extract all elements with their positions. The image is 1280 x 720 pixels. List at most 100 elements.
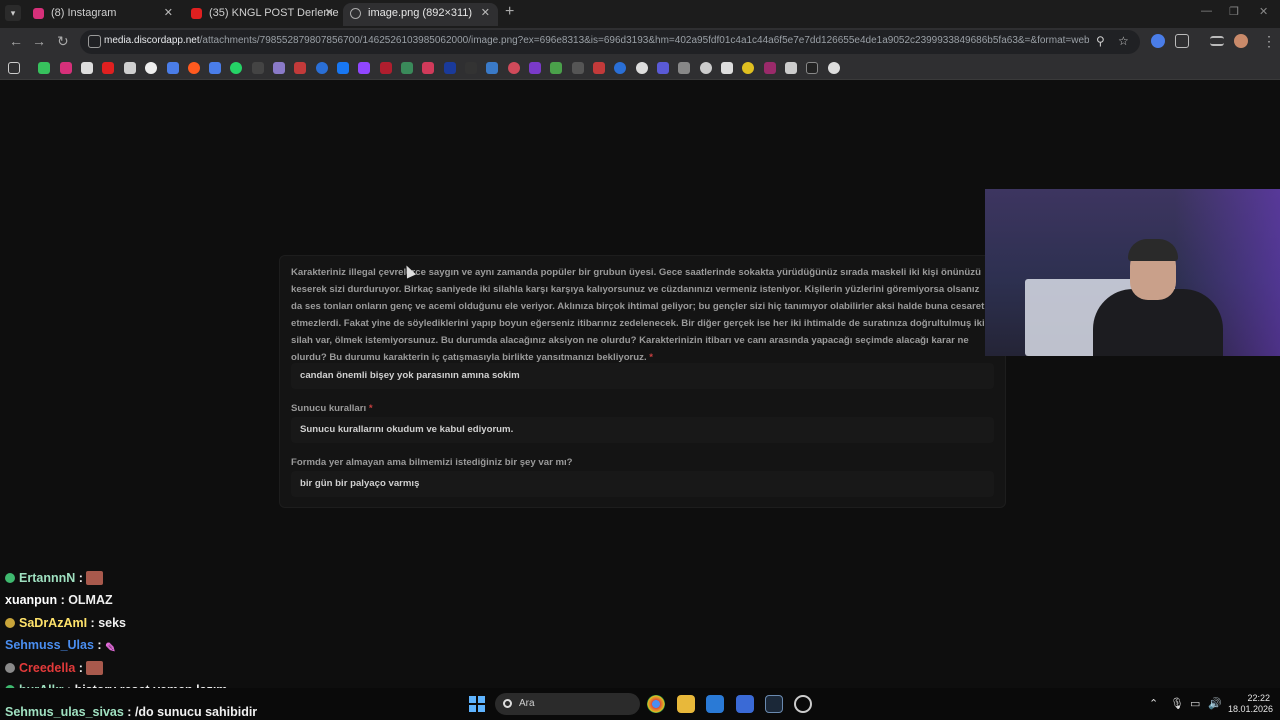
chat-text: OLMAZ [68,593,113,607]
site-info-icon[interactable] [88,35,101,48]
close-icon[interactable]: ✕ [325,3,334,24]
bookmark-icon[interactable] [294,62,306,74]
bookmark-icon[interactable] [550,62,562,74]
store-icon[interactable] [706,695,724,713]
bookmark-icon[interactable] [380,62,392,74]
menu-dots-icon[interactable]: ⋮ [1262,33,1276,50]
windows-start-icon[interactable] [469,696,485,712]
restore-icon[interactable]: ❐ [1229,5,1239,18]
back-icon[interactable]: ← [9,33,23,49]
display-icon[interactable]: ▭ [1190,697,1200,710]
clock-date: 18.01.2026 [1228,704,1274,714]
bookmark-icon[interactable] [444,62,456,74]
window-close-icon[interactable]: ✕ [1259,5,1268,18]
x-icon[interactable] [81,62,93,74]
youtube-icon [191,8,202,19]
bookmark-icon[interactable] [636,62,648,74]
new-tab-button[interactable]: + [505,3,514,21]
app-icon[interactable] [794,695,812,713]
bookmark-icon[interactable] [401,62,413,74]
close-icon[interactable]: ✕ [164,3,173,24]
kick-icon[interactable] [38,62,50,74]
moderator-badge-icon [5,663,15,673]
bookmark-star-icon[interactable]: ☆ [1118,34,1129,48]
bookmark-icon[interactable] [764,62,776,74]
app-icon[interactable] [736,695,754,713]
file-explorer-icon[interactable] [677,695,695,713]
bookmark-icon[interactable] [828,62,840,74]
bookmark-icon[interactable] [167,62,179,74]
browser-tab-bar: ▾ (8) Instagram ✕ (35) KNGL POST Derleme… [0,0,1280,28]
bookmark-icon[interactable] [572,62,584,74]
chat-text: /do sunucu sahibidir [134,705,258,719]
tab-youtube[interactable]: (35) KNGL POST Derleme | #1 - ✕ [184,3,342,26]
tray-chevron-icon[interactable]: ⌃ [1149,697,1158,710]
tab-instagram[interactable]: (8) Instagram ✕ [26,3,181,26]
bookmark-icon[interactable] [422,62,434,74]
bookmark-icon[interactable] [678,62,690,74]
zoom-icon[interactable]: ⚲ [1096,34,1105,48]
bookmark-icon[interactable] [486,62,498,74]
tab-label: (8) Instagram [51,7,117,19]
chat-message: Creedella : [5,661,104,675]
headphones [1128,239,1178,261]
close-icon[interactable]: ✕ [481,3,490,24]
media-controls-icon[interactable] [1210,36,1224,46]
feather-emote-icon: ✎ [105,640,116,655]
forward-icon[interactable]: → [32,33,46,49]
bookmark-icon[interactable] [508,62,520,74]
chat-message: xuanpun : OLMAZ [5,593,113,607]
bookmark-icon[interactable] [273,62,285,74]
bookmark-icon[interactable] [529,62,541,74]
microphone-icon[interactable]: 🎙 [1170,697,1184,710]
bookmark-icon[interactable] [252,62,264,74]
search-icon [503,699,512,708]
reddit-icon[interactable] [188,62,200,74]
bookmark-icon[interactable] [742,62,754,74]
system-clock[interactable]: 22:22 18.01.2026 [1228,693,1274,715]
bookmark-icon[interactable] [700,62,712,74]
emote-icon [86,661,104,675]
bookmark-icon[interactable] [806,62,818,74]
bookmark-icon[interactable] [465,62,477,74]
speaker-icon[interactable]: 🔊 [1208,697,1222,710]
google-icon[interactable] [145,62,157,74]
chat-username: Sehmus_ulas_sivas [5,705,124,719]
twitch-icon[interactable] [358,62,370,74]
chrome-icon[interactable] [647,695,665,713]
bookmark-icon[interactable] [721,62,733,74]
browser-toolbar: ← → ↻ media.discordapp.net/attachments/7… [0,28,1280,56]
profile-avatar-icon[interactable] [1234,34,1248,48]
chat-username: xuanpun [5,593,58,607]
address-bar[interactable]: media.discordapp.net/attachments/7985528… [80,30,1140,54]
extension-icon[interactable] [1151,34,1165,48]
bookmark-icon[interactable] [785,62,797,74]
chat-username: ErtannnN [19,571,76,585]
url-text: media.discordapp.net/attachments/7985528… [104,35,1089,46]
gmail-icon[interactable] [124,62,136,74]
steam-icon[interactable] [765,695,783,713]
bookmark-icon[interactable] [614,62,626,74]
translate-icon[interactable] [209,62,221,74]
tab-search-chevron-icon[interactable]: ▾ [5,5,21,21]
bookmark-icon[interactable] [657,62,669,74]
bookmark-icon[interactable] [316,62,328,74]
instagram-icon [33,8,44,19]
instagram-icon[interactable] [60,62,72,74]
minimize-icon[interactable]: — [1201,5,1212,17]
chat-username: Sehmuss_Ulas [5,638,94,652]
extensions-puzzle-icon[interactable] [1175,34,1189,48]
bookmark-icon[interactable] [593,62,605,74]
tab-image[interactable]: image.png (892×311) ✕ [343,3,498,26]
facebook-icon[interactable] [337,62,349,74]
youtube-icon[interactable] [102,62,114,74]
globe-icon [350,8,361,19]
webcam-overlay [985,189,1280,356]
chat-username: Creedella [19,661,76,675]
question-text: Karakteriniz illegal çevrelerce saygın v… [291,267,985,363]
whatsapp-icon[interactable] [230,62,242,74]
chat-text: seks [98,616,126,630]
reload-icon[interactable]: ↻ [57,33,69,50]
apps-grid-icon[interactable] [8,62,20,74]
taskbar-search-box[interactable]: Ara [495,693,640,715]
